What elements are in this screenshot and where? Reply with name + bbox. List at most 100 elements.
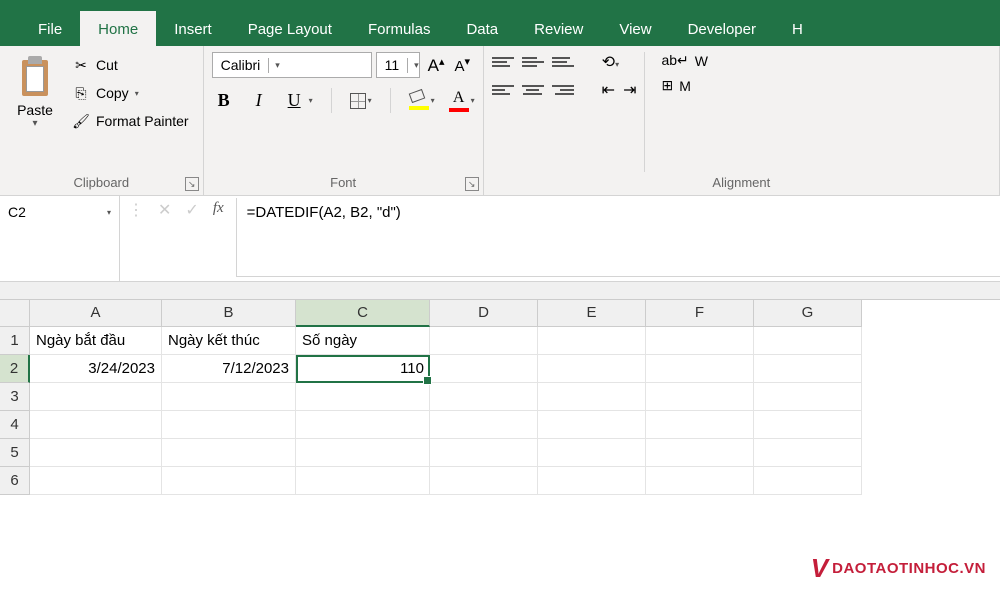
col-header-f[interactable]: F (646, 300, 754, 327)
cell-c4[interactable] (296, 411, 430, 439)
row-header-1[interactable]: 1 (0, 327, 30, 355)
cell-e4[interactable] (538, 411, 646, 439)
italic-button[interactable]: I (250, 88, 268, 113)
align-center-button[interactable] (522, 81, 544, 99)
cell-f3[interactable] (646, 383, 754, 411)
fill-color-button[interactable]: ▾ (409, 91, 435, 110)
tab-review[interactable]: Review (516, 11, 601, 46)
cell-e1[interactable] (538, 327, 646, 355)
font-dialog-launcher[interactable]: ↘ (465, 177, 479, 191)
font-name-combo[interactable]: Calibri ▾ (212, 52, 372, 78)
row-header-4[interactable]: 4 (0, 411, 30, 439)
cell-e2[interactable] (538, 355, 646, 383)
cut-button[interactable]: ✂ Cut (70, 54, 191, 76)
tab-view[interactable]: View (601, 11, 669, 46)
orientation-button[interactable]: ⟲▾ (602, 52, 619, 72)
cell-c6[interactable] (296, 467, 430, 495)
cell-c2[interactable]: 110 (296, 355, 430, 383)
col-header-b[interactable]: B (162, 300, 296, 327)
chevron-down-icon[interactable]: ▾ (309, 96, 313, 105)
cell-e5[interactable] (538, 439, 646, 467)
align-top-button[interactable] (492, 53, 514, 71)
cell-b4[interactable] (162, 411, 296, 439)
row-header-6[interactable]: 6 (0, 467, 30, 495)
chevron-down-icon[interactable]: ▾ (32, 118, 37, 129)
enter-formula-button[interactable]: ✓ (185, 200, 198, 220)
align-middle-button[interactable] (522, 53, 544, 71)
cell-c1[interactable]: Số ngày (296, 327, 430, 355)
font-color-button[interactable]: A ▾ (449, 89, 475, 112)
tab-data[interactable]: Data (448, 11, 516, 46)
paste-button[interactable]: Paste ▾ (8, 52, 62, 133)
align-left-button[interactable] (492, 81, 514, 99)
cell-f2[interactable] (646, 355, 754, 383)
cell-d1[interactable] (430, 327, 538, 355)
col-header-d[interactable]: D (430, 300, 538, 327)
cell-b1[interactable]: Ngày kết thúc (162, 327, 296, 355)
fx-icon[interactable]: fx (213, 200, 224, 217)
chevron-down-icon[interactable]: ▾ (107, 208, 111, 217)
col-header-a[interactable]: A (30, 300, 162, 327)
clipboard-dialog-launcher[interactable]: ↘ (185, 177, 199, 191)
cell-b2[interactable]: 7/12/2023 (162, 355, 296, 383)
row-header-5[interactable]: 5 (0, 439, 30, 467)
cell-c3[interactable] (296, 383, 430, 411)
col-header-e[interactable]: E (538, 300, 646, 327)
cell-g3[interactable] (754, 383, 862, 411)
cell-g1[interactable] (754, 327, 862, 355)
tab-developer[interactable]: Developer (670, 11, 774, 46)
decrease-indent-button[interactable]: ⇤ (602, 80, 615, 100)
borders-button[interactable]: ▾ (350, 93, 372, 109)
select-all-corner[interactable] (0, 300, 30, 327)
underline-button[interactable]: U (282, 88, 307, 113)
cell-e6[interactable] (538, 467, 646, 495)
cell-b3[interactable] (162, 383, 296, 411)
bold-button[interactable]: B (212, 88, 236, 113)
cell-e3[interactable] (538, 383, 646, 411)
tab-formulas[interactable]: Formulas (350, 11, 449, 46)
cell-d2[interactable] (430, 355, 538, 383)
cancel-formula-button[interactable]: ✕ (158, 200, 171, 220)
cell-a3[interactable] (30, 383, 162, 411)
tab-home[interactable]: Home (80, 11, 156, 46)
col-header-g[interactable]: G (754, 300, 862, 327)
copy-button[interactable]: ⎘ Copy ▾ (70, 82, 191, 104)
row-header-2[interactable]: 2 (0, 355, 30, 383)
cell-g5[interactable] (754, 439, 862, 467)
increase-indent-button[interactable]: ⇥ (623, 80, 636, 100)
merge-center-button[interactable]: ⊞ M (661, 77, 708, 94)
cell-f6[interactable] (646, 467, 754, 495)
cell-a5[interactable] (30, 439, 162, 467)
cell-d4[interactable] (430, 411, 538, 439)
tab-help[interactable]: H (774, 11, 821, 46)
cell-g6[interactable] (754, 467, 862, 495)
cell-d6[interactable] (430, 467, 538, 495)
cell-a6[interactable] (30, 467, 162, 495)
font-size-combo[interactable]: 11 ▾ (376, 52, 420, 78)
cell-c5[interactable] (296, 439, 430, 467)
tab-insert[interactable]: Insert (156, 11, 230, 46)
grow-font-button[interactable]: A▴ (424, 53, 449, 78)
row-header-3[interactable]: 3 (0, 383, 30, 411)
cell-b6[interactable] (162, 467, 296, 495)
align-bottom-button[interactable] (552, 53, 574, 71)
cell-a1[interactable]: Ngày bắt đầu (30, 327, 162, 355)
align-right-button[interactable] (552, 81, 574, 99)
wrap-text-button[interactable]: ab↵ W (661, 52, 708, 69)
cell-d5[interactable] (430, 439, 538, 467)
formula-bar[interactable]: =DATEDIF(A2, B2, "d") (236, 198, 1000, 277)
shrink-font-button[interactable]: A▾ (450, 53, 474, 78)
cell-g2[interactable] (754, 355, 862, 383)
tab-page-layout[interactable]: Page Layout (230, 11, 350, 46)
cell-f1[interactable] (646, 327, 754, 355)
cell-a4[interactable] (30, 411, 162, 439)
cell-b5[interactable] (162, 439, 296, 467)
cell-f4[interactable] (646, 411, 754, 439)
name-box[interactable]: C2 ▾ (0, 196, 120, 281)
cell-g4[interactable] (754, 411, 862, 439)
format-painter-button[interactable]: 🖌 Format Painter (70, 110, 191, 132)
tab-file[interactable]: File (20, 11, 80, 46)
cell-f5[interactable] (646, 439, 754, 467)
cell-d3[interactable] (430, 383, 538, 411)
col-header-c[interactable]: C (296, 300, 430, 327)
